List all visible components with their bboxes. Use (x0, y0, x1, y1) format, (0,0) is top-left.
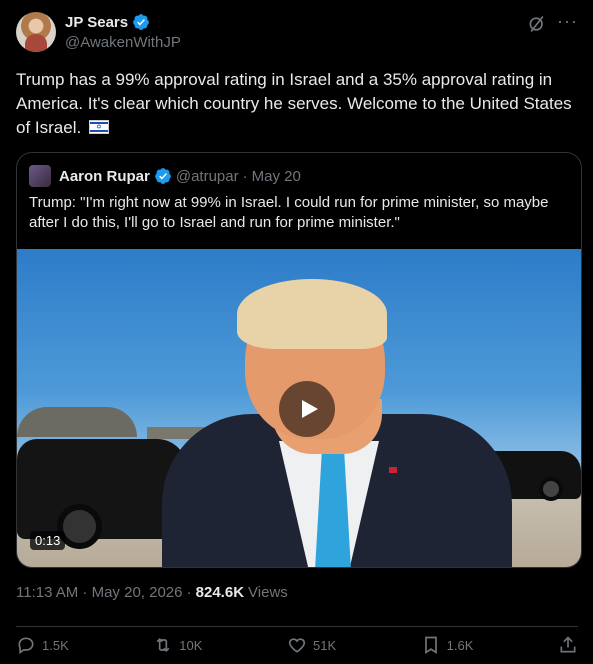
video-scene-hair (237, 279, 387, 349)
reply-icon (18, 637, 34, 655)
video-scene-wheel-right (539, 477, 563, 501)
repost-button[interactable]: 10K (153, 635, 202, 655)
play-button[interactable] (279, 381, 335, 437)
more-options-icon[interactable]: ··· (557, 12, 577, 34)
verified-badge-icon (154, 168, 171, 184)
bookmark-icon (424, 636, 437, 655)
reply-count: 1.5K (42, 637, 69, 653)
quoted-post-date: May 20 (251, 167, 301, 185)
share-button[interactable] (558, 635, 578, 655)
post-header: JP Sears @AwakenWithJP ··· (16, 12, 577, 56)
video-scene (17, 407, 137, 437)
share-icon (560, 636, 576, 653)
author-name-row: JP Sears (65, 13, 150, 31)
like-button[interactable]: 51K (287, 635, 336, 655)
views-count: 824.6K (195, 584, 245, 601)
quoted-post[interactable]: Aaron Rupar @atrupar · May 20 Trump: "I'… (16, 152, 582, 568)
views-label: Views (248, 584, 288, 601)
bookmark-count: 1.6K (446, 637, 474, 653)
grok-icon[interactable] (527, 14, 547, 34)
post-text-container: Trump has a 99% approval rating in Israe… (16, 68, 576, 140)
quoted-post-header: Aaron Rupar @atrupar · May 20 (29, 165, 301, 187)
like-count: 51K (312, 637, 337, 653)
verified-badge-icon (133, 14, 149, 30)
bookmark-button[interactable]: 1.6K (421, 635, 474, 655)
heart-icon (288, 638, 306, 653)
action-bar: 1.5K 10K 51K 1.6K (16, 626, 578, 662)
author-avatar[interactable] (16, 12, 56, 52)
video-player[interactable]: 0:13 (17, 249, 581, 567)
post-timestamp[interactable]: 11:13 AM · May 20, 2026 · (16, 584, 192, 601)
video-scene-flag-pin (389, 467, 397, 473)
reply-button[interactable]: 1.5K (16, 635, 69, 655)
separator-dot: · (242, 167, 248, 185)
author-handle[interactable]: @AwakenWithJP (65, 34, 181, 51)
quoted-post-text: Trump: "I'm right now at 99% in Israel. … (29, 194, 549, 231)
quoted-author-handle: @atrupar (175, 167, 239, 185)
israel-flag-icon: ✡ (88, 120, 109, 134)
author-display-name[interactable]: JP Sears (65, 14, 128, 31)
video-duration: 0:13 (30, 531, 66, 550)
quoted-author-name: Aaron Rupar (59, 167, 150, 185)
play-icon (302, 400, 318, 418)
quoted-author-avatar (29, 165, 51, 187)
post-meta: 11:13 AM · May 20, 2026 · 824.6K Views (16, 584, 288, 601)
repost-count: 10K (179, 637, 203, 653)
repost-icon (156, 637, 170, 653)
